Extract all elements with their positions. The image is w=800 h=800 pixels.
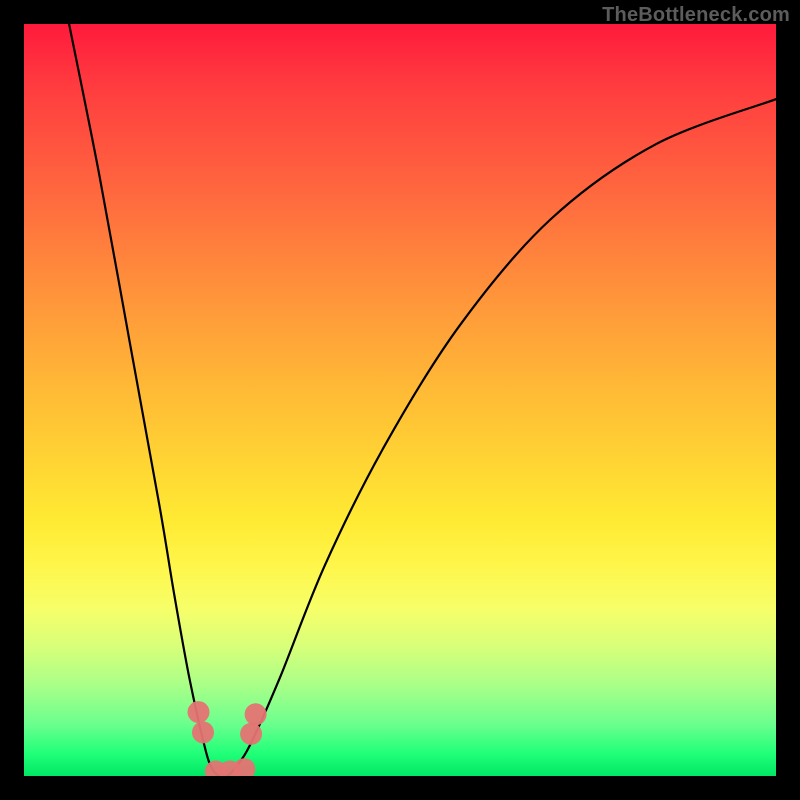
plot-area — [24, 24, 776, 776]
marker-group — [188, 701, 267, 776]
chart-frame: TheBottleneck.com — [0, 0, 800, 800]
marker-dip-right-upper — [245, 703, 267, 725]
marker-dip-left-upper — [188, 701, 210, 723]
marker-dip-right-lower — [240, 723, 262, 745]
watermark-text: TheBottleneck.com — [602, 4, 790, 27]
marker-trough-right — [233, 758, 255, 776]
bottleneck-curve — [69, 24, 776, 776]
curve-svg — [24, 24, 776, 776]
marker-dip-left-lower — [192, 721, 214, 743]
